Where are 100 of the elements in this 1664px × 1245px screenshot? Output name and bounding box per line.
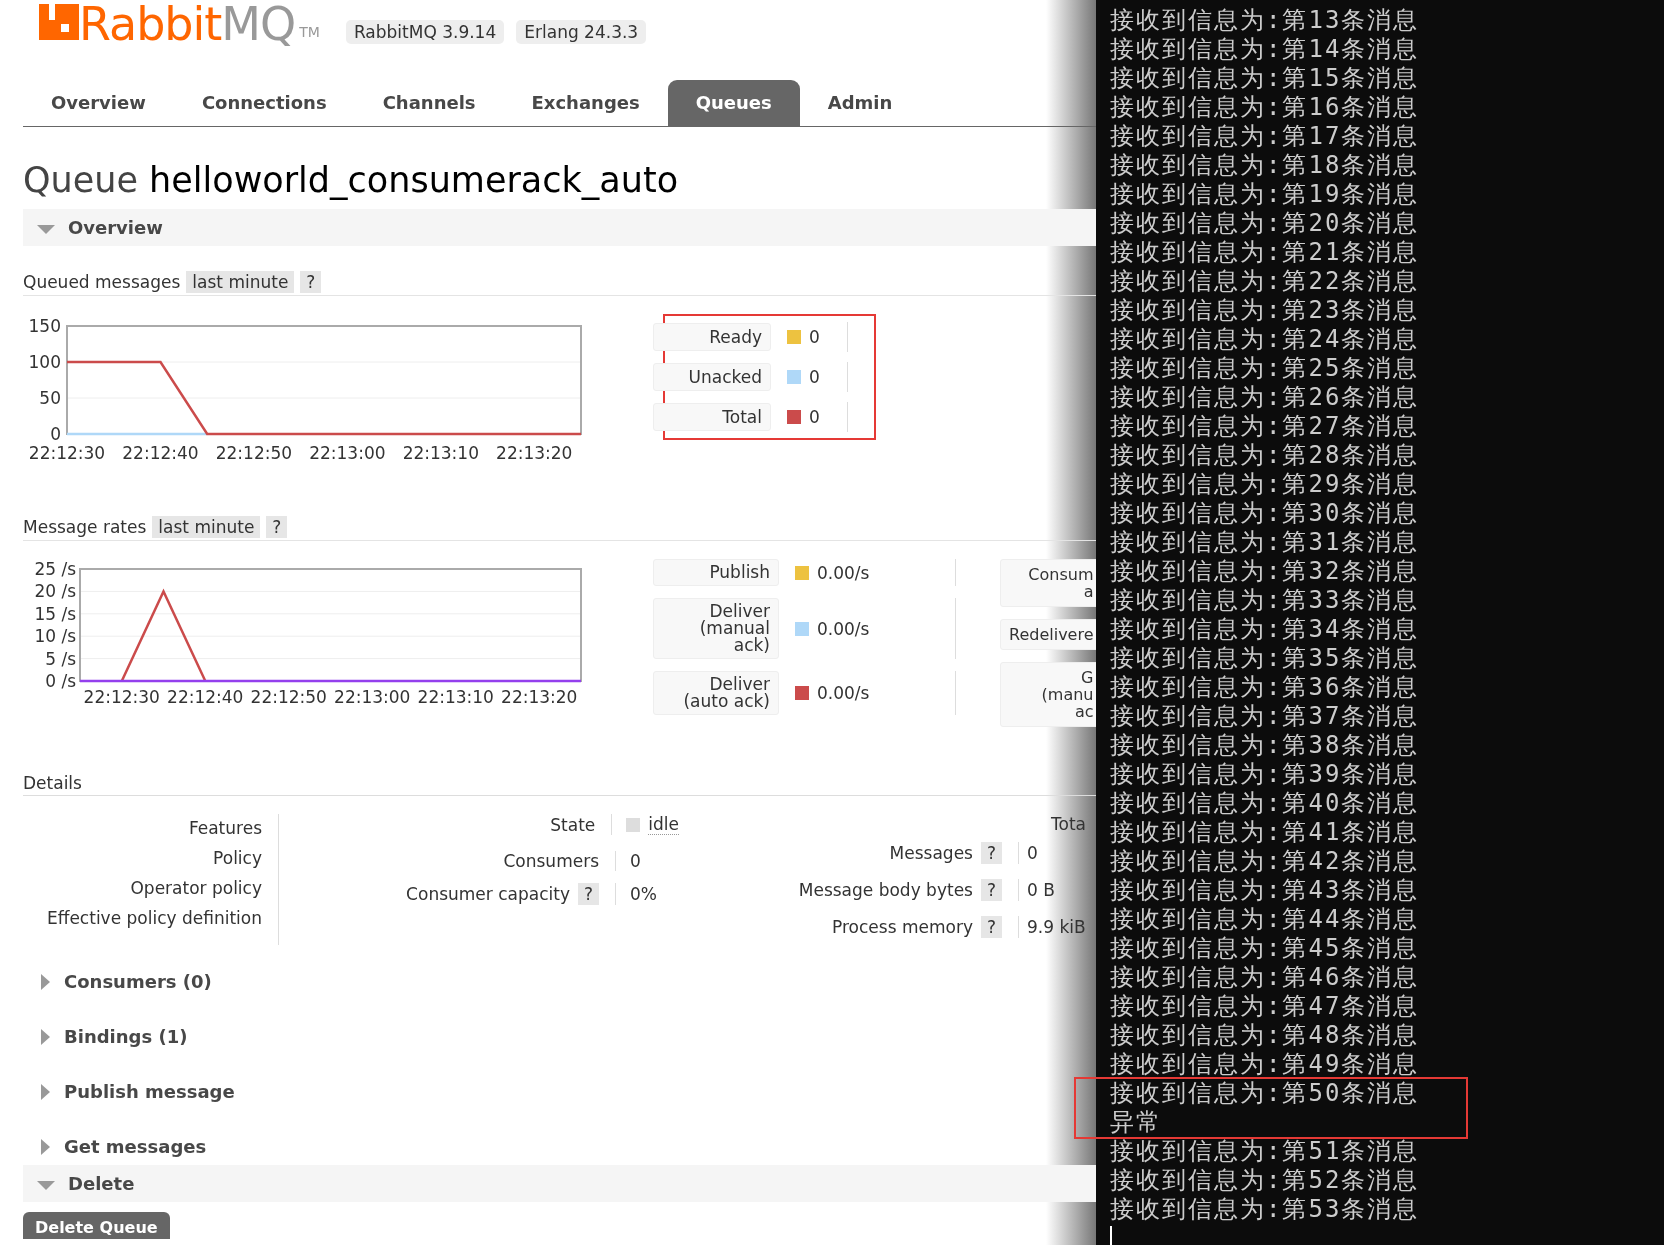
state-indicator-icon — [626, 817, 641, 832]
terminal-line: 接收到信息为:第18条消息 — [1110, 151, 1421, 180]
section-header[interactable]: Consumers (0) — [23, 963, 1096, 1000]
help-button[interactable]: ? — [980, 915, 1002, 938]
terminal-line: 接收到信息为:第28条消息 — [1110, 441, 1421, 470]
terminal-line: 接收到信息为:第46条消息 — [1110, 963, 1421, 992]
terminal-line: 接收到信息为:第20条消息 — [1110, 209, 1421, 238]
x-tick-label: 22:13:20 — [496, 443, 573, 463]
legend-value: 0.00/s — [817, 683, 870, 703]
terminal-line: 接收到信息为:第45条消息 — [1110, 934, 1421, 963]
terminal-line: 接收到信息为:第40条消息 — [1110, 789, 1421, 818]
y-tick-label: 150 — [28, 316, 61, 336]
terminal-line: 接收到信息为:第30条消息 — [1110, 499, 1421, 528]
terminal-line: 接收到信息为:第21条消息 — [1110, 238, 1421, 267]
logo-icon — [39, 4, 79, 40]
terminal-line: 接收到信息为:第42条消息 — [1110, 847, 1421, 876]
terminal-line: 异常 — [1074, 1108, 1468, 1139]
legend-label: Deliver (auto ack) — [653, 671, 779, 715]
terminal-line: 接收到信息为:第24条消息 — [1110, 325, 1421, 354]
legend-label: Publish — [653, 559, 779, 586]
legend-label: G (manu ac — [1000, 662, 1096, 727]
y-tick-label: 100 — [28, 352, 61, 372]
range-button[interactable]: last minute — [186, 271, 295, 293]
terminal-line: 接收到信息为:第53条消息 — [1110, 1195, 1421, 1224]
terminal-line: 接收到信息为:第27条消息 — [1110, 412, 1421, 441]
x-tick-label: 22:12:50 — [215, 443, 293, 463]
section-header[interactable]: Overview — [23, 209, 1096, 246]
terminal-line: 接收到信息为:第29条消息 — [1110, 470, 1421, 499]
legend-value: 0.00/s — [817, 618, 870, 639]
detail-value: 0% — [630, 884, 657, 904]
legend-value: 0.00/s — [817, 562, 870, 583]
x-tick-label: 22:13:10 — [417, 687, 494, 707]
section-header[interactable]: Delete — [23, 1165, 1096, 1202]
nav-tab[interactable]: Exchanges — [503, 80, 668, 126]
terminal-line: 接收到信息为:第35条消息 — [1110, 644, 1421, 673]
terminal-line: 接收到信息为:第15条消息 — [1110, 64, 1421, 93]
trademark: TM — [299, 24, 320, 40]
subsection-title: Queued messages — [23, 272, 181, 292]
help-button[interactable]: ? — [577, 883, 599, 905]
terminal-line: 接收到信息为:第51条消息 — [1110, 1137, 1421, 1166]
detail-value: 0 B — [1026, 879, 1055, 900]
x-tick-label: 22:13:10 — [402, 443, 479, 463]
nav-tab[interactable]: Connections — [173, 80, 355, 126]
detail-value: idle — [648, 814, 679, 835]
terminal-line: 接收到信息为:第22条消息 — [1110, 267, 1421, 296]
x-tick-label: 22:13:00 — [309, 443, 386, 463]
version-badge: Erlang 24.3.3 — [516, 20, 647, 44]
legend-label: Unacked — [653, 363, 771, 391]
terminal-line: 接收到信息为:第17条消息 — [1110, 122, 1421, 151]
detail-label: Effective policy definition — [45, 908, 262, 928]
terminal-line: 接收到信息为:第37条消息 — [1110, 702, 1421, 731]
subsection-title: Details — [23, 773, 82, 793]
x-tick-label: 22:12:40 — [167, 687, 244, 707]
terminal-line: 接收到信息为:第34条消息 — [1110, 615, 1421, 644]
terminal-line: 接收到信息为:第19条消息 — [1110, 180, 1421, 209]
y-tick-label: 15 /s — [34, 603, 77, 624]
x-tick-label: 22:12:30 — [83, 687, 160, 707]
legend-label: Redelivere — [1000, 619, 1096, 650]
detail-label: Policy — [212, 848, 262, 868]
terminal-line: 接收到信息为:第13条消息 — [1110, 6, 1421, 35]
terminal-line: 接收到信息为:第14条消息 — [1110, 35, 1421, 64]
detail-label: State — [550, 814, 596, 835]
help-button[interactable]: ? — [980, 841, 1002, 864]
version-badge: RabbitMQ 3.9.14 — [345, 20, 505, 44]
help-button[interactable]: ? — [266, 516, 288, 538]
terminal-line: 接收到信息为:第52条消息 — [1110, 1166, 1421, 1195]
nav-tab[interactable]: Channels — [354, 80, 504, 126]
nav-tab[interactable]: Queues — [667, 80, 800, 126]
delete-queue-button[interactable]: Delete Queue — [23, 1212, 170, 1239]
y-tick-label: 0 /s — [45, 671, 77, 691]
detail-label: Features — [187, 818, 262, 838]
page-title: Queue helloworld_consumerack_auto — [23, 159, 680, 202]
text-cursor — [1110, 1226, 1112, 1245]
x-tick-label: 22:12:40 — [122, 443, 199, 463]
y-tick-label: 25 /s — [34, 559, 77, 579]
terminal-line: 接收到信息为:第49条消息 — [1110, 1050, 1421, 1079]
legend-label: Total — [653, 403, 771, 431]
help-button[interactable]: ? — [300, 271, 322, 293]
detail-label: Process memory — [832, 916, 973, 937]
x-tick-label: 22:13:20 — [501, 687, 578, 707]
nav-tab[interactable]: Overview — [23, 80, 174, 126]
y-tick-label: 50 — [39, 388, 61, 408]
terminal-line: 接收到信息为:第33条消息 — [1110, 586, 1421, 615]
y-tick-label: 10 /s — [34, 626, 77, 647]
range-button[interactable]: last minute — [152, 516, 261, 538]
terminal-line: 接收到信息为:第50条消息 — [1074, 1077, 1468, 1108]
detail-label: Message body bytes — [798, 879, 973, 900]
x-tick-label: 22:12:50 — [250, 687, 327, 707]
legend-label: Deliver (manual ack) — [653, 598, 779, 659]
terminal-line: 接收到信息为:第31条消息 — [1110, 528, 1421, 557]
help-button[interactable]: ? — [980, 878, 1002, 901]
legend-label: Ready — [653, 323, 771, 351]
legend-label: Consum a — [1000, 559, 1096, 607]
nav-tab[interactable]: Admin — [799, 80, 921, 126]
terminal-line: 接收到信息为:第32条消息 — [1110, 557, 1421, 586]
legend-value: 0 — [809, 407, 820, 427]
section-header[interactable]: Bindings (1) — [23, 1018, 1096, 1055]
x-tick-label: 22:13:00 — [334, 687, 411, 707]
terminal-line: 接收到信息为:第25条消息 — [1110, 354, 1421, 383]
terminal-line: 接收到信息为:第44条消息 — [1110, 905, 1421, 934]
